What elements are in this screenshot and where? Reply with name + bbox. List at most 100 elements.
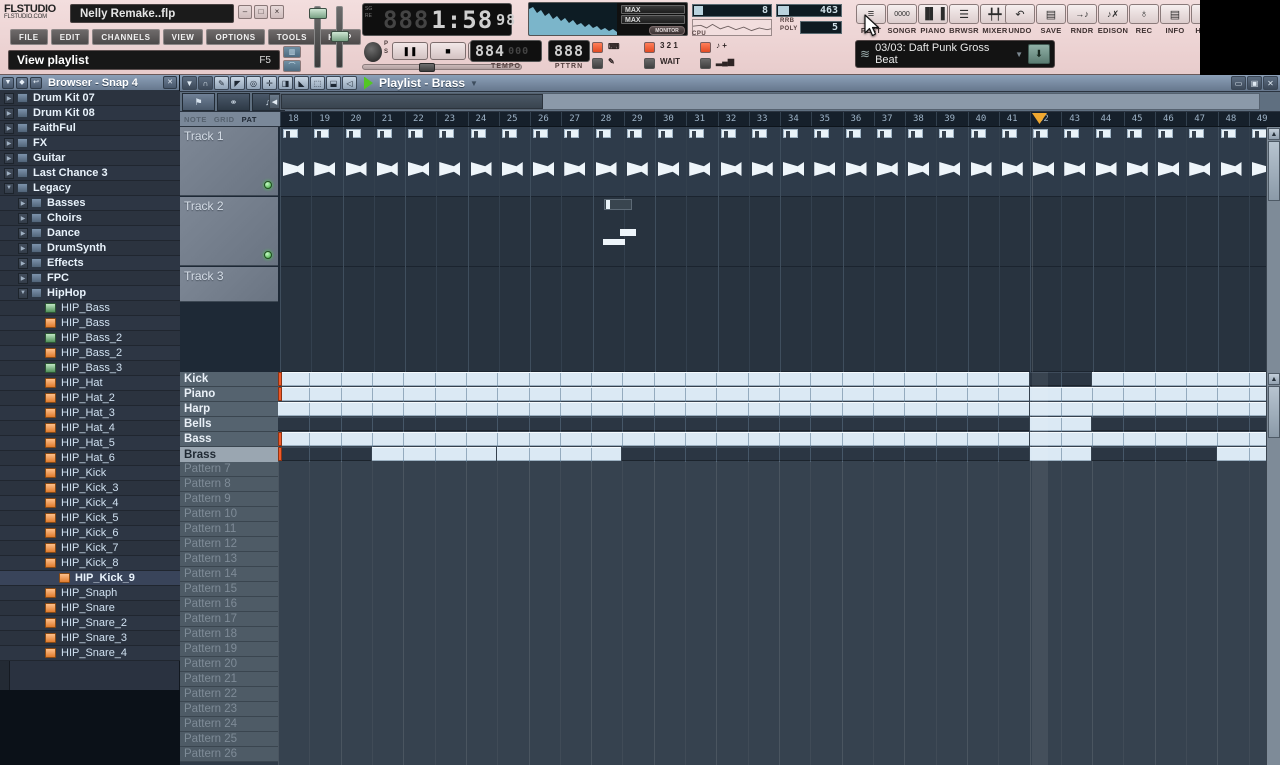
automation-point-1[interactable] [620,229,636,236]
browser-item-hip-snare-2[interactable]: ▶HIP_Snare_2 [0,616,180,631]
pattern-clip-marker[interactable] [1001,129,1017,138]
browser-item-hiphop[interactable]: ▼ HipHop [0,286,180,301]
pattern-clip-marker[interactable] [533,129,548,138]
online-news-panel[interactable]: ≋ 03/03: Daft Punk Gross Beat ▼ ⬇ [855,40,1055,68]
chevron-down-icon[interactable]: ▼ [1015,50,1023,59]
pattern-row-6[interactable]: Brass [180,447,278,462]
pattern-clip-marker[interactable] [470,129,486,138]
expand-arrow-icon[interactable]: ▶ [4,122,14,134]
clip-lane-6[interactable] [278,447,1280,462]
pattern-row-8[interactable]: Pattern 8 [180,477,278,492]
mode-note-label[interactable]: NOTE [184,115,207,124]
track-2-led[interactable] [264,251,272,259]
typing-keyboard-switch[interactable] [592,42,603,53]
expand-arrow-icon[interactable]: ▶ [18,242,28,254]
pattern-clip-marker[interactable] [908,129,923,138]
automation-tab[interactable]: ⚭ [217,93,250,111]
pause-button[interactable]: ❚❚ [392,42,428,60]
browser-close-icon[interactable]: ✕ [163,76,177,89]
pattern-clip[interactable] [371,447,497,462]
pattern-clip[interactable] [1029,387,1279,402]
track-header-2[interactable]: Track 2 [180,197,278,266]
pattern-row-19[interactable]: Pattern 19 [180,642,278,657]
browser-item-hip-hat-6[interactable]: ▶HIP_Hat_6 [0,451,180,466]
browser-item-hip-kick-4[interactable]: ▶HIP_Kick_4 [0,496,180,511]
save-button[interactable]: ▤ [1036,4,1066,24]
pattern-clip-marker[interactable] [1158,129,1173,138]
pattern-row-18[interactable]: Pattern 18 [180,627,278,642]
track-vertical-scrollbar[interactable]: ▲ [1266,127,1280,372]
pattern-row-17[interactable]: Pattern 17 [180,612,278,627]
expand-arrow-icon[interactable]: ▶ [4,167,14,179]
browser-menu-icon[interactable]: ▼ [2,76,14,89]
monitor-button[interactable]: MONITOR [649,26,685,35]
track-header-1[interactable]: Track 1 [180,127,278,196]
pattern-clip-marker[interactable] [1126,129,1142,138]
pattern-clip-marker[interactable] [876,129,892,138]
draw-tool-icon[interactable]: ✎ [214,76,229,90]
playlist-title-chevron-icon[interactable]: ▼ [470,79,478,88]
pattern-clip-marker[interactable] [814,129,830,138]
pattern-clip-marker[interactable] [283,129,298,138]
expand-arrow-icon[interactable]: ▶ [18,257,28,269]
browser-item-hip-kick-5[interactable]: ▶HIP_Kick_5 [0,511,180,526]
pattern-clip-marker[interactable] [1033,129,1048,138]
browser-item-hip-snare[interactable]: ▶HIP_Snare [0,601,180,616]
browser-item-choirs[interactable]: ▶ Choirs [0,211,180,226]
pattern-scroll-up-button[interactable]: ▲ [1268,373,1280,385]
browser-item-hip-kick-8[interactable]: ▶HIP_Kick_8 [0,556,180,571]
collapse-arrow-icon[interactable]: ▼ [18,287,28,299]
expand-arrow-icon[interactable]: ▶ [18,272,28,284]
browser-item-hip-hat[interactable]: ▶HIP_Hat [0,376,180,391]
expand-arrow-icon[interactable]: ▶ [4,152,14,164]
pattern-clip-marker[interactable] [939,129,955,138]
expand-arrow-icon[interactable]: ▶ [4,137,14,149]
pattern-clip-marker[interactable] [751,129,767,138]
browser-item-hip-bass-2[interactable]: ▶HIP_Bass_2 [0,346,180,361]
blend-switch[interactable] [592,58,603,69]
pattern-row-5[interactable]: Bass [180,432,278,447]
pattern-row-3[interactable]: Harp [180,402,278,417]
pattern-clip[interactable] [278,417,1029,432]
pattern-row-11[interactable]: Pattern 11 [180,522,278,537]
pattern-clip-marker[interactable] [689,129,705,138]
browser-item-hip-kick-3[interactable]: ▶HIP_Kick_3 [0,481,180,496]
browser-item-fx[interactable]: ▶ FX [0,136,180,151]
pattern-clip-marker[interactable] [1064,129,1080,138]
pattern-clip-marker[interactable] [783,129,798,138]
pattern-clip-marker[interactable] [564,129,580,138]
pattern-clip-marker[interactable] [626,129,642,138]
delete-tool-icon[interactable]: ◎ [246,76,261,90]
pattern-row-2[interactable]: Piano [180,387,278,402]
expand-arrow-icon[interactable]: ▶ [4,92,14,104]
paint-tool-icon[interactable]: ◤ [230,76,245,90]
pattern-row-4[interactable]: Bells [180,417,278,432]
browser-item-legacy[interactable]: ▼ Legacy [0,181,180,196]
pattern-row-7[interactable]: Pattern 7 [180,462,278,477]
browser-item-hip-bass[interactable]: ▶HIP_Bass [0,316,180,331]
step-sequencer-button[interactable]: 0000 [887,4,917,24]
pattern-clip-marker[interactable] [314,129,330,138]
menu-options[interactable]: OPTIONS [206,29,265,45]
pattern-clip[interactable] [1092,417,1279,432]
slip-tool-icon[interactable]: ◨ [278,76,293,90]
minimize-button[interactable]: – [238,5,252,19]
pattern-clip-marker[interactable] [658,129,673,138]
pattern-clip-marker[interactable] [720,129,736,138]
clip-lane-4[interactable] [278,417,1280,432]
track-header-3[interactable]: Track 3 [180,267,278,302]
browser-item-hip-hat-5[interactable]: ▶HIP_Hat_5 [0,436,180,451]
playlist-scroll-thumb[interactable] [281,94,543,109]
track-scroll-up-button[interactable]: ▲ [1268,128,1280,140]
pattern-row-20[interactable]: Pattern 20 [180,657,278,672]
pattern-row-1[interactable]: Kick [180,372,278,387]
pattern-clip-marker[interactable] [1251,129,1267,138]
browser-item-hip-bass-2[interactable]: ▶HIP_Bass_2 [0,331,180,346]
playlist-close-icon[interactable]: ✕ [1263,76,1278,90]
pattern-row-16[interactable]: Pattern 16 [180,597,278,612]
expand-arrow-icon[interactable]: ▶ [4,107,14,119]
maximize-button[interactable]: □ [254,5,268,19]
pattern-clip-marker[interactable] [1220,129,1236,138]
pattern-row-13[interactable]: Pattern 13 [180,552,278,567]
master-volume-knob[interactable] [309,8,327,19]
